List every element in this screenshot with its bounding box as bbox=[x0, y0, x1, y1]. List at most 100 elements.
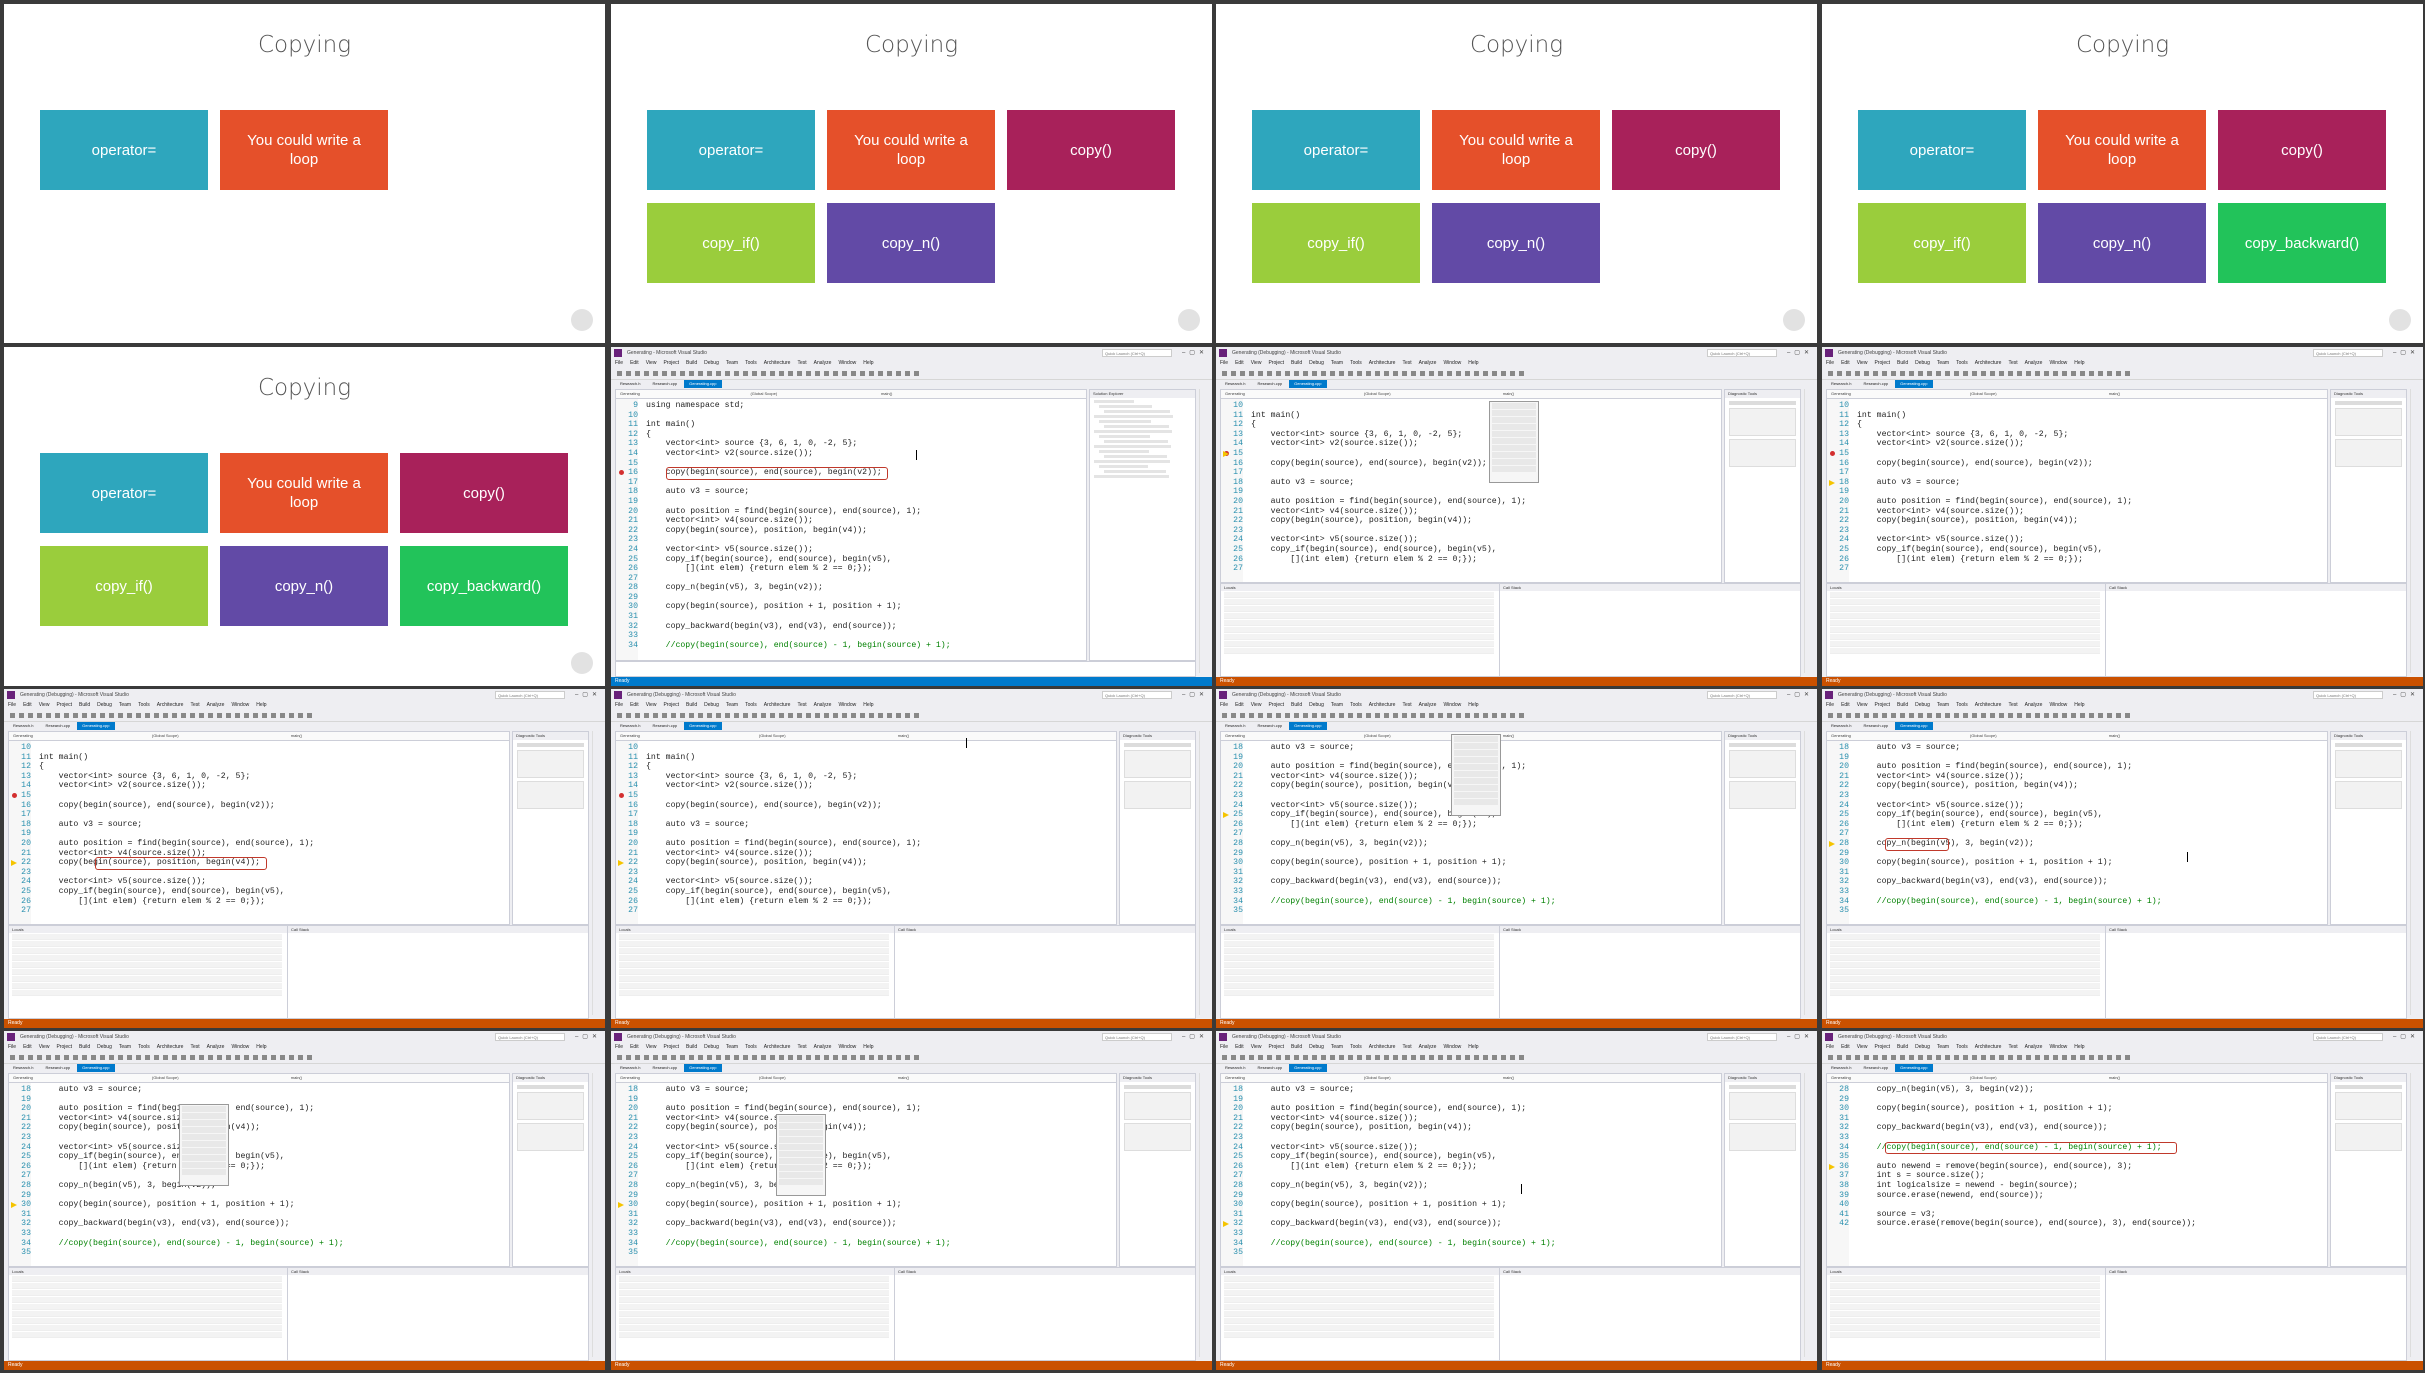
toolbar-button-icon[interactable] bbox=[1972, 713, 1977, 718]
tab-research-cpp[interactable]: Research.cpp bbox=[1252, 722, 1288, 730]
window-controls[interactable]: –▢✕ bbox=[1182, 349, 1208, 356]
panel-splitter[interactable] bbox=[1499, 926, 1500, 1018]
menu-item[interactable]: Help bbox=[2074, 702, 2084, 708]
nav-dropdown[interactable]: main() bbox=[1503, 390, 1642, 398]
menu-item[interactable]: Analyze bbox=[2025, 360, 2043, 366]
toolbar-button-icon[interactable] bbox=[626, 713, 631, 718]
menu-item[interactable]: View bbox=[1857, 702, 1868, 708]
toolbar-button-icon[interactable] bbox=[1240, 371, 1245, 376]
window-controls[interactable]: –▢✕ bbox=[1787, 349, 1813, 356]
toolbar-button-icon[interactable] bbox=[1891, 713, 1896, 718]
toolbar-button-icon[interactable] bbox=[2026, 371, 2031, 376]
solution-tree-item[interactable] bbox=[1094, 415, 1173, 418]
toolbar-button-icon[interactable] bbox=[1231, 713, 1236, 718]
solution-tree-item[interactable] bbox=[1104, 425, 1169, 428]
locals-row[interactable] bbox=[1830, 1332, 2100, 1338]
slide-thumbnail[interactable]: Copying operator= You could write a loop co… bbox=[1216, 4, 1817, 343]
tab-research-h[interactable]: Research.h bbox=[615, 722, 646, 730]
side-tool-strip[interactable] bbox=[1199, 389, 1210, 673]
menu-item[interactable]: Debug bbox=[1309, 360, 1324, 366]
toolbar-button-icon[interactable] bbox=[617, 713, 622, 718]
toolbar-button-icon[interactable] bbox=[1492, 371, 1497, 376]
locals-row[interactable] bbox=[1224, 983, 1494, 989]
toolbar-button-icon[interactable] bbox=[181, 1055, 186, 1060]
quick-launch-input[interactable]: Quick Launch (Ctrl+Q) bbox=[1102, 349, 1172, 357]
toolbar-button-icon[interactable] bbox=[1501, 713, 1506, 718]
toolbar-button-icon[interactable] bbox=[644, 371, 649, 376]
toolbar-button-icon[interactable] bbox=[1492, 713, 1497, 718]
toolbar-button-icon[interactable] bbox=[1846, 1055, 1851, 1060]
side-tool-strip[interactable] bbox=[1804, 1073, 1815, 1357]
nav-dropdown[interactable]: (Global Scope) bbox=[1364, 1074, 1503, 1082]
toolbar-button-icon[interactable] bbox=[82, 713, 87, 718]
locals-row[interactable] bbox=[12, 1283, 282, 1289]
menu-item[interactable]: Tools bbox=[745, 702, 757, 708]
nav-dropdown[interactable]: main() bbox=[898, 732, 1037, 740]
nav-dropdown[interactable]: main() bbox=[2109, 1074, 2248, 1082]
locals-row[interactable] bbox=[1830, 613, 2100, 619]
locals-row[interactable] bbox=[1224, 606, 1494, 612]
locals-row[interactable] bbox=[1224, 955, 1494, 961]
toolbar-button-icon[interactable] bbox=[734, 1055, 739, 1060]
toolbar-button-icon[interactable] bbox=[1321, 371, 1326, 376]
tab-generating-cpp[interactable]: Generating.cpp bbox=[1289, 1064, 1327, 1072]
toolbar-button-icon[interactable] bbox=[2071, 713, 2076, 718]
toolbar-button-icon[interactable] bbox=[680, 371, 685, 376]
menu-item[interactable]: Architecture bbox=[764, 702, 791, 708]
toolbar-button-icon[interactable] bbox=[1447, 1055, 1452, 1060]
diagnostic-tools-panel[interactable]: Diagnostic Tools bbox=[2330, 731, 2407, 925]
code-editor[interactable]: Generating (Global Scope) main() 18 auto v3… bbox=[1826, 731, 2328, 925]
quick-launch-input[interactable]: Quick Launch (Ctrl+Q) bbox=[2313, 1033, 2383, 1041]
toolbar-button-icon[interactable] bbox=[145, 713, 150, 718]
toolbar-button-icon[interactable] bbox=[734, 713, 739, 718]
debug-windows-panel[interactable]: Locals Call Stack bbox=[8, 1267, 589, 1361]
toolbar-button-icon[interactable] bbox=[1339, 713, 1344, 718]
toolbar-button-icon[interactable] bbox=[662, 713, 667, 718]
panel-splitter[interactable] bbox=[894, 926, 895, 1018]
side-tool-strip[interactable] bbox=[1199, 731, 1210, 1015]
menu-item[interactable]: Tools bbox=[138, 1044, 150, 1050]
code-editor[interactable]: Generating (Global Scope) main() 18 auto v3… bbox=[1220, 731, 1722, 925]
toolbar-button-icon[interactable] bbox=[2116, 371, 2121, 376]
toolbar-button-icon[interactable] bbox=[172, 713, 177, 718]
nav-dropdown[interactable]: Generating bbox=[1225, 732, 1364, 740]
toolbar-button-icon[interactable] bbox=[1357, 1055, 1362, 1060]
diagnostic-tools-panel[interactable]: Diagnostic Tools bbox=[1119, 731, 1196, 925]
toolbar-button-icon[interactable] bbox=[91, 1055, 96, 1060]
menu-item[interactable]: Help bbox=[2074, 1044, 2084, 1050]
locals-row[interactable] bbox=[12, 1311, 282, 1317]
locals-row[interactable] bbox=[1830, 955, 2100, 961]
toolbar-button-icon[interactable] bbox=[1936, 713, 1941, 718]
toolbar-button-icon[interactable] bbox=[752, 1055, 757, 1060]
quick-launch-input[interactable]: Quick Launch (Ctrl+Q) bbox=[1102, 691, 1172, 699]
toolbar-button-icon[interactable] bbox=[2107, 713, 2112, 718]
toolbar-button-icon[interactable] bbox=[1990, 371, 1995, 376]
toolbar-button-icon[interactable] bbox=[698, 713, 703, 718]
toolbar-button-icon[interactable] bbox=[1501, 371, 1506, 376]
toolbar-button-icon[interactable] bbox=[1276, 1055, 1281, 1060]
toolbar-button-icon[interactable] bbox=[797, 371, 802, 376]
toolbar-button-icon[interactable] bbox=[1873, 1055, 1878, 1060]
menu-item[interactable]: Tools bbox=[745, 1044, 757, 1050]
menu-item[interactable]: Build bbox=[79, 1044, 90, 1050]
toolbar-button-icon[interactable] bbox=[298, 713, 303, 718]
toolbar-button-icon[interactable] bbox=[1258, 371, 1263, 376]
toolbar-button-icon[interactable] bbox=[1447, 713, 1452, 718]
locals-row[interactable] bbox=[12, 941, 282, 947]
menu-item[interactable]: Architecture bbox=[1975, 1044, 2002, 1050]
toolbar-button-icon[interactable] bbox=[833, 713, 838, 718]
menu-item[interactable]: Help bbox=[1468, 1044, 1478, 1050]
navigation-bar[interactable]: Generating (Global Scope) main() bbox=[616, 390, 1086, 399]
toolbar-button-icon[interactable] bbox=[2026, 713, 2031, 718]
menu-item[interactable]: Window bbox=[838, 702, 856, 708]
menu-item[interactable]: Analyze bbox=[1419, 702, 1437, 708]
toolbar-button-icon[interactable] bbox=[1312, 371, 1317, 376]
tab-research-cpp[interactable]: Research.cpp bbox=[647, 1064, 683, 1072]
nav-dropdown[interactable]: main() bbox=[898, 1074, 1037, 1082]
quick-launch-input[interactable]: Quick Launch (Ctrl+Q) bbox=[1707, 691, 1777, 699]
toolbar-button-icon[interactable] bbox=[1519, 713, 1524, 718]
menu-item[interactable]: Project bbox=[1874, 702, 1890, 708]
panel-splitter[interactable] bbox=[287, 1268, 288, 1360]
tab-generating-cpp[interactable]: Generating.cpp bbox=[1289, 722, 1327, 730]
locals-row[interactable] bbox=[1224, 976, 1494, 982]
